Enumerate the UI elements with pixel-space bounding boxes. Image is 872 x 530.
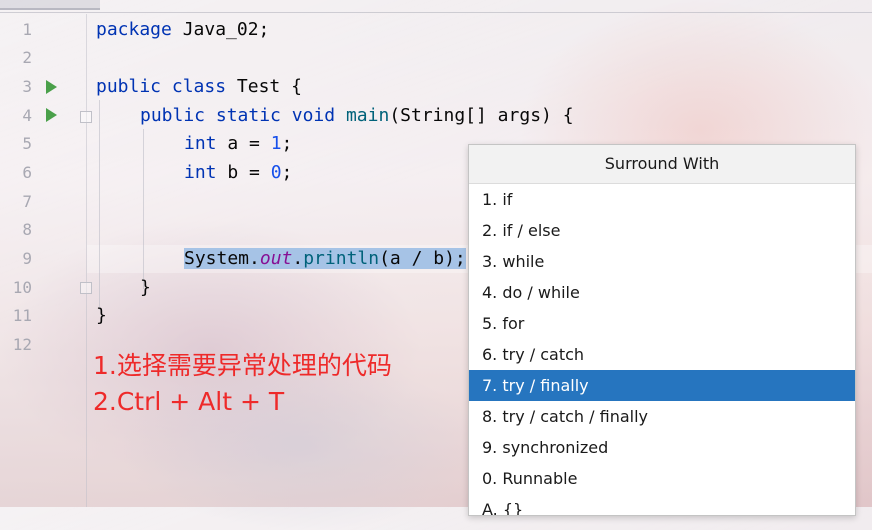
method-name: println — [303, 248, 380, 269]
run-class-icon[interactable] — [46, 80, 57, 94]
line-number: 9 — [22, 249, 32, 268]
code-text: a = — [216, 133, 271, 154]
fold-marker-icon[interactable] — [80, 282, 92, 294]
line-number: 3 — [22, 77, 32, 96]
popup-item-try-catch[interactable]: 6. try / catch — [469, 339, 855, 370]
popup-item-do-while[interactable]: 4. do / while — [469, 277, 855, 308]
popup-item-if[interactable]: 1. if — [469, 184, 855, 215]
popup-title: Surround With — [469, 145, 855, 184]
line-number: 8 — [22, 220, 32, 239]
code-text: (String[] args) { — [389, 105, 574, 126]
annotation-step-2: 2.Ctrl + Alt + T — [93, 387, 285, 416]
popup-item-braces[interactable]: A. {} — [469, 494, 855, 515]
keyword: static — [215, 105, 281, 126]
line-number: 10 — [12, 278, 32, 297]
method-name: main — [345, 105, 390, 126]
line-number: 2 — [22, 48, 32, 67]
indent-guide — [143, 129, 144, 289]
keyword: int — [184, 162, 217, 183]
indent-guide — [99, 100, 100, 310]
keyword: public — [96, 76, 162, 97]
code-line-9[interactable]: System.out.println(a / b); — [184, 245, 466, 273]
editor-tab-strip — [0, 0, 872, 13]
popup-item-for[interactable]: 5. for — [469, 308, 855, 339]
line-number: 12 — [12, 335, 32, 354]
code-text: Java_02; — [171, 19, 270, 40]
code-text: . — [292, 248, 304, 269]
line-number: 1 — [22, 20, 32, 39]
line-number: 6 — [22, 163, 32, 182]
keyword: package — [96, 19, 172, 40]
line-number: 4 — [22, 106, 32, 125]
popup-item-if-else[interactable]: 2. if / else — [469, 215, 855, 246]
popup-item-while[interactable]: 3. while — [469, 246, 855, 277]
code-text: (a / b); — [379, 248, 466, 269]
line-number: 5 — [22, 134, 32, 153]
keyword: public — [140, 105, 206, 126]
code-text: Test { — [226, 76, 302, 97]
line-number: 11 — [12, 306, 32, 325]
closing-brace: } — [96, 305, 107, 326]
code-line-3[interactable]: public class Test { — [96, 73, 302, 101]
number-literal: 1 — [270, 133, 282, 154]
editor-tab[interactable] — [0, 0, 100, 10]
fold-marker-icon[interactable] — [80, 111, 92, 123]
selected-code[interactable]: System.out.println(a / b); — [184, 248, 466, 269]
closing-brace: } — [140, 277, 151, 298]
code-line-11[interactable]: } — [96, 302, 107, 330]
run-main-icon[interactable] — [46, 108, 57, 122]
popup-item-try-finally[interactable]: 7. try / finally — [469, 370, 855, 401]
keyword: void — [291, 105, 336, 126]
number-literal: 0 — [270, 162, 282, 183]
popup-item-runnable[interactable]: 0. Runnable — [469, 463, 855, 494]
popup-item-try-catch-finally[interactable]: 8. try / catch / finally — [469, 401, 855, 432]
code-line-1[interactable]: package Java_02; — [96, 16, 269, 44]
line-number: 7 — [22, 192, 32, 211]
code-text: ; — [281, 162, 293, 183]
keyword: class — [171, 76, 227, 97]
code-line-6[interactable]: int b = 0; — [184, 159, 292, 187]
code-text: System. — [184, 248, 260, 269]
popup-item-synchronized[interactable]: 9. synchronized — [469, 432, 855, 463]
field-name: out — [259, 248, 293, 269]
code-line-4[interactable]: public static void main(String[] args) { — [140, 102, 574, 130]
code-line-10[interactable]: } — [140, 274, 151, 302]
annotation-step-1: 1.选择需要异常处理的代码 — [93, 351, 392, 380]
keyword: int — [184, 133, 217, 154]
code-text: ; — [281, 133, 293, 154]
code-text: b = — [216, 162, 271, 183]
surround-with-popup: Surround With 1. if 2. if / else 3. whil… — [468, 144, 856, 516]
code-line-5[interactable]: int a = 1; — [184, 130, 292, 158]
